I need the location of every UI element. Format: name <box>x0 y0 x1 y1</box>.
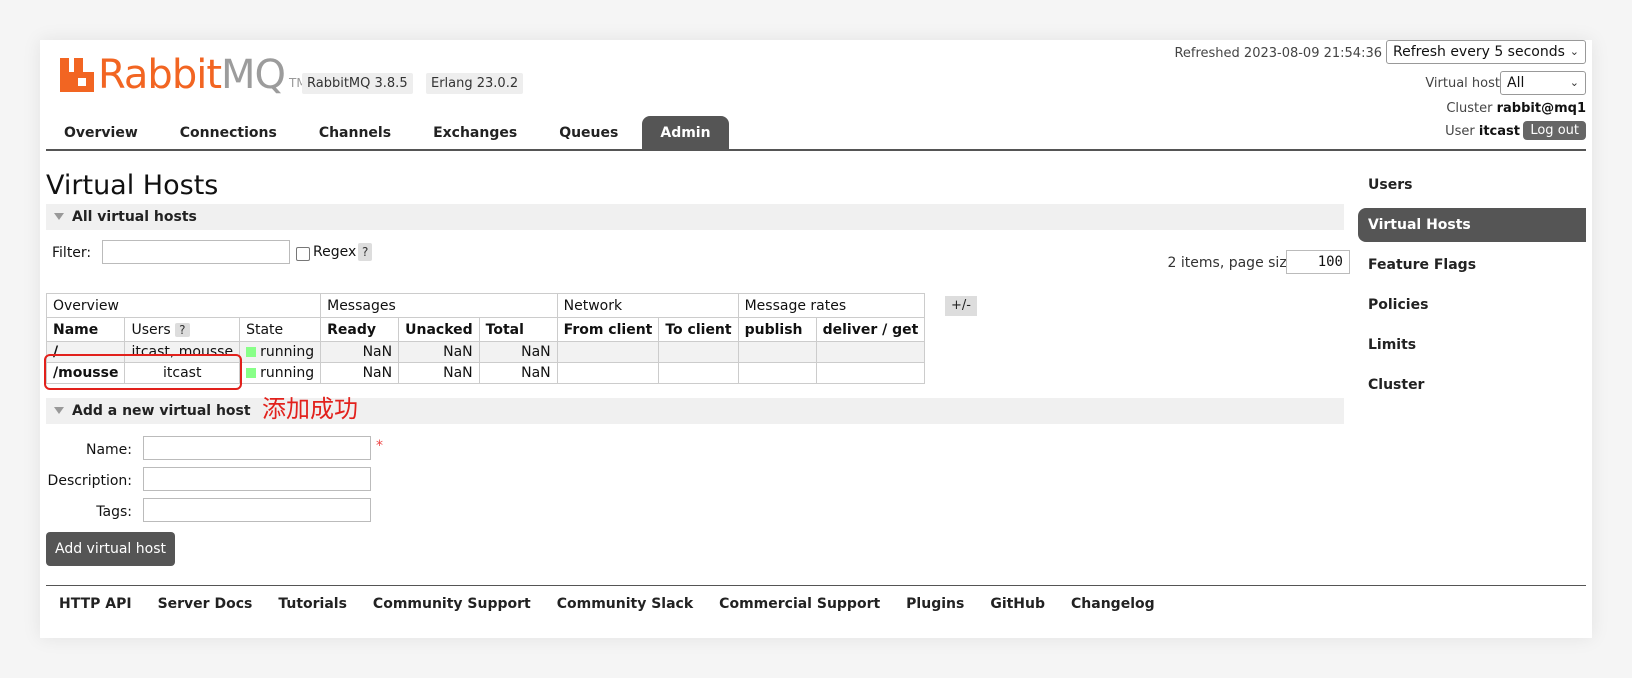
vhost-to-client <box>658 362 739 384</box>
col-to-client: To client <box>658 317 739 342</box>
sidebar-item-policies[interactable]: Policies <box>1358 288 1586 322</box>
vhost-state: running <box>239 341 322 363</box>
vhost-from-client <box>556 341 660 363</box>
vhost-tags-input[interactable] <box>143 498 371 522</box>
footer-link-commercial-support[interactable]: Commercial Support <box>706 592 893 616</box>
rabbitmq-logo[interactable]: Rabbit MQ TM <box>60 52 307 98</box>
vhost-unacked: NaN <box>398 362 480 384</box>
logo-text-rabbit: Rabbit <box>98 52 222 98</box>
col-unacked: Unacked <box>398 317 480 342</box>
running-status-icon <box>246 368 257 378</box>
page-title: Virtual Hosts <box>46 170 219 201</box>
users-help-button[interactable]: ? <box>175 322 190 337</box>
column-toggle-button[interactable]: +/- <box>945 296 977 316</box>
vhost-ready: NaN <box>320 362 400 384</box>
col-publish: publish <box>737 317 817 342</box>
vhost-description-input[interactable] <box>143 467 371 491</box>
tab-admin[interactable]: Admin <box>642 116 729 150</box>
tab-exchanges[interactable]: Exchanges <box>415 116 535 150</box>
vhost-deliver-get <box>815 341 926 363</box>
tab-queues[interactable]: Queues <box>541 116 636 150</box>
tab-channels[interactable]: Channels <box>301 116 409 150</box>
sidebar-item-users[interactable]: Users <box>1358 168 1586 202</box>
footer-link-tutorials[interactable]: Tutorials <box>265 592 360 616</box>
vhost-unacked: NaN <box>398 341 480 363</box>
tab-overview[interactable]: Overview <box>46 116 156 150</box>
cluster-name: rabbit@mq1 <box>1496 101 1586 116</box>
col-name: Name <box>45 317 126 342</box>
running-status-icon <box>246 347 257 357</box>
erlang-version-badge: Erlang 23.0.2 <box>426 73 524 94</box>
tab-connections[interactable]: Connections <box>162 116 295 150</box>
browser-window: Rabbit MQ TM RabbitMQ 3.8.5 Erlang 23.0.2 … <box>40 40 1592 638</box>
vhost-ready: NaN <box>320 341 400 363</box>
nav-divider <box>46 149 1586 151</box>
group-overview: Overview <box>45 293 322 318</box>
col-state: State <box>239 317 322 342</box>
chevron-down-icon: ⌄ <box>1569 45 1579 58</box>
footer-link-community-slack[interactable]: Community Slack <box>544 592 706 616</box>
triangle-down-icon <box>54 406 64 414</box>
virtual-host-label: Virtual host <box>1425 76 1500 91</box>
col-users: Users ? <box>124 317 241 342</box>
add-virtual-host-section-toggle[interactable]: Add a new virtual host <box>46 398 1344 424</box>
col-from-client: From client <box>556 317 660 342</box>
annotation-highlight-box <box>44 354 242 390</box>
main-nav: Overview Connections Channels Exchanges … <box>46 116 735 150</box>
rabbitmq-logo-icon <box>60 58 96 92</box>
required-marker: * <box>376 438 383 454</box>
group-network: Network <box>556 293 739 318</box>
regex-help-button[interactable]: ? <box>358 243 373 261</box>
annotation-text: 添加成功 <box>262 395 358 423</box>
page-size-input[interactable]: 100 <box>1286 250 1350 274</box>
sidebar-item-cluster[interactable]: Cluster <box>1358 368 1586 402</box>
footer-link-changelog[interactable]: Changelog <box>1058 592 1168 616</box>
filter-input[interactable] <box>102 240 290 264</box>
col-deliver-get: deliver / get <box>815 317 926 342</box>
tags-field-label: Tags: <box>96 504 132 520</box>
virtual-host-select[interactable]: All ⌄ <box>1500 71 1586 95</box>
vhost-publish <box>737 362 817 384</box>
vhost-state: running <box>239 362 322 384</box>
triangle-down-icon <box>54 212 64 220</box>
footer-link-community-support[interactable]: Community Support <box>360 592 544 616</box>
vhost-total: NaN <box>478 362 558 384</box>
vhost-total: NaN <box>478 341 558 363</box>
add-virtual-host-button[interactable]: Add virtual host <box>46 532 175 566</box>
footer-link-http-api[interactable]: HTTP API <box>46 592 145 616</box>
chevron-down-icon: ⌄ <box>1569 76 1579 89</box>
name-field-label: Name: <box>85 442 132 458</box>
footer-divider <box>46 585 1586 586</box>
vhost-from-client <box>556 362 660 384</box>
sidebar-item-virtual-hosts[interactable]: Virtual Hosts <box>1358 208 1586 242</box>
vhost-deliver-get <box>815 362 926 384</box>
cluster-info: Cluster rabbit@mq1 <box>1446 101 1586 116</box>
refresh-interval-select[interactable]: Refresh every 5 seconds ⌄ <box>1386 40 1586 64</box>
all-virtual-hosts-section-toggle[interactable]: All virtual hosts <box>46 204 1344 230</box>
logo-text-mq: MQ <box>221 52 286 98</box>
sidebar-item-feature-flags[interactable]: Feature Flags <box>1358 248 1586 282</box>
admin-sidebar: Users Virtual Hosts Feature Flags Polici… <box>1358 168 1586 408</box>
vhost-to-client <box>658 341 739 363</box>
col-total: Total <box>478 317 558 342</box>
vhost-name-input[interactable] <box>143 436 371 460</box>
footer-links: HTTP API Server Docs Tutorials Community… <box>46 592 1168 616</box>
rabbitmq-version-badge: RabbitMQ 3.8.5 <box>302 73 413 94</box>
footer-link-github[interactable]: GitHub <box>977 592 1058 616</box>
footer-link-plugins[interactable]: Plugins <box>893 592 977 616</box>
vhost-publish <box>737 341 817 363</box>
footer-link-server-docs[interactable]: Server Docs <box>145 592 266 616</box>
user-info: User itcast <box>1445 124 1520 139</box>
regex-label: Regex <box>313 244 357 260</box>
col-ready: Ready <box>320 317 400 342</box>
description-field-label: Description: <box>47 473 132 489</box>
user-name: itcast <box>1478 124 1520 139</box>
regex-checkbox[interactable] <box>296 247 310 261</box>
group-messages: Messages <box>320 293 558 318</box>
logout-button[interactable]: Log out <box>1523 121 1586 140</box>
filter-label: Filter: <box>52 245 92 261</box>
sidebar-item-limits[interactable]: Limits <box>1358 328 1586 362</box>
group-message-rates: Message rates <box>737 293 926 318</box>
refreshed-timestamp: Refreshed 2023-08-09 21:54:36 <box>1174 46 1382 61</box>
